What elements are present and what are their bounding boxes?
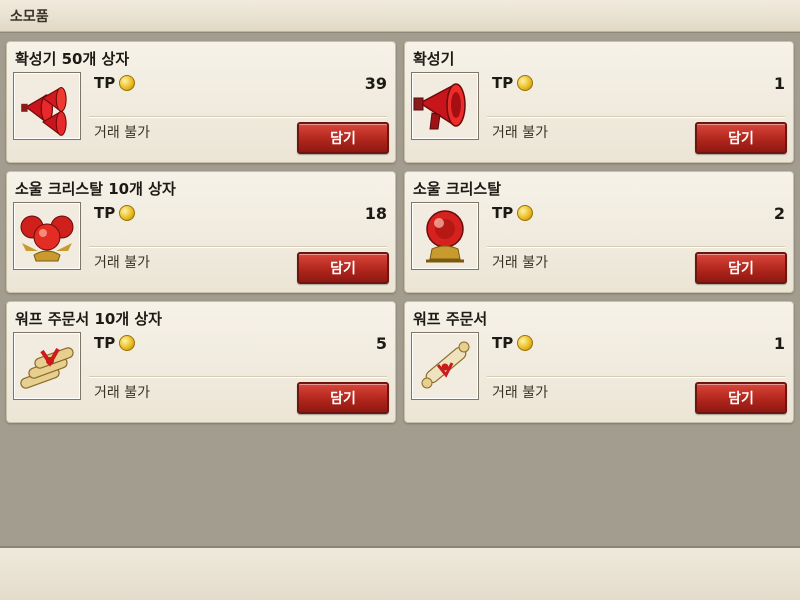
add-to-cart-button[interactable]: 담기 — [695, 382, 787, 414]
tp-coin-icon — [119, 205, 135, 221]
item-card[interactable]: 확성기 50개 상자 TP 39 거래 불가 담기 — [6, 41, 396, 163]
button-label: 담기 — [728, 261, 754, 277]
currency-label: TP — [492, 334, 514, 352]
item-card[interactable]: 워프 주문서 TP 1 거래 불가 담기 — [404, 301, 794, 423]
tp-coin-icon — [517, 75, 533, 91]
warp-scroll-icon — [411, 332, 479, 400]
soul-crystal-bundle-icon — [13, 202, 81, 270]
add-to-cart-button[interactable]: 담기 — [695, 252, 787, 284]
currency-label: TP — [492, 204, 514, 222]
button-label: 담기 — [330, 391, 356, 407]
item-name: 워프 주문서 10개 상자 — [15, 310, 162, 328]
button-label: 담기 — [330, 131, 356, 147]
item-card[interactable]: 소울 크리스탈 TP 2 거래 불가 담기 — [404, 171, 794, 293]
add-to-cart-button[interactable]: 담기 — [297, 382, 389, 414]
item-list-panel: 확성기 50개 상자 TP 39 거래 불가 담기 확성기 TP 1 거래 불가… — [0, 32, 800, 548]
divider — [89, 246, 387, 248]
item-price: 39 — [364, 74, 387, 93]
add-to-cart-button[interactable]: 담기 — [297, 122, 389, 154]
currency-label: TP — [94, 204, 116, 222]
divider — [487, 376, 785, 378]
item-name: 확성기 — [413, 50, 455, 68]
megaphone-bundle-icon — [13, 72, 81, 140]
trade-status: 거래 불가 — [492, 125, 548, 141]
trade-status: 거래 불가 — [94, 125, 150, 141]
soul-crystal-icon — [411, 202, 479, 270]
button-label: 담기 — [728, 391, 754, 407]
divider — [89, 116, 387, 118]
divider — [487, 116, 785, 118]
footer-area — [0, 548, 800, 600]
tp-coin-icon — [119, 75, 135, 91]
item-name: 소울 크리스탈 — [413, 180, 502, 198]
item-price: 1 — [773, 74, 785, 93]
item-card[interactable]: 확성기 TP 1 거래 불가 담기 — [404, 41, 794, 163]
tp-coin-icon — [517, 335, 533, 351]
item-name: 확성기 50개 상자 — [15, 50, 130, 68]
currency-label: TP — [492, 74, 514, 92]
currency-label: TP — [94, 334, 116, 352]
divider — [89, 376, 387, 378]
trade-status: 거래 불가 — [94, 255, 150, 271]
tp-coin-icon — [119, 335, 135, 351]
item-price: 2 — [773, 204, 785, 223]
trade-status: 거래 불가 — [492, 255, 548, 271]
header-bar: 소모품 — [0, 0, 800, 32]
page-title: 소모품 — [10, 9, 49, 25]
warp-scroll-bundle-icon — [13, 332, 81, 400]
button-label: 담기 — [728, 131, 754, 147]
divider — [487, 246, 785, 248]
item-card[interactable]: 워프 주문서 10개 상자 TP 5 거래 불가 담기 — [6, 301, 396, 423]
add-to-cart-button[interactable]: 담기 — [297, 252, 389, 284]
item-name: 워프 주문서 — [413, 310, 488, 328]
item-price: 18 — [364, 204, 387, 223]
button-label: 담기 — [330, 261, 356, 277]
trade-status: 거래 불가 — [94, 385, 150, 401]
trade-status: 거래 불가 — [492, 385, 548, 401]
item-price: 1 — [773, 334, 785, 353]
add-to-cart-button[interactable]: 담기 — [695, 122, 787, 154]
currency-label: TP — [94, 74, 116, 92]
megaphone-icon — [411, 72, 479, 140]
item-card[interactable]: 소울 크리스탈 10개 상자 TP 18 거래 불가 담기 — [6, 171, 396, 293]
tp-coin-icon — [517, 205, 533, 221]
item-price: 5 — [375, 334, 387, 353]
item-name: 소울 크리스탈 10개 상자 — [15, 180, 176, 198]
